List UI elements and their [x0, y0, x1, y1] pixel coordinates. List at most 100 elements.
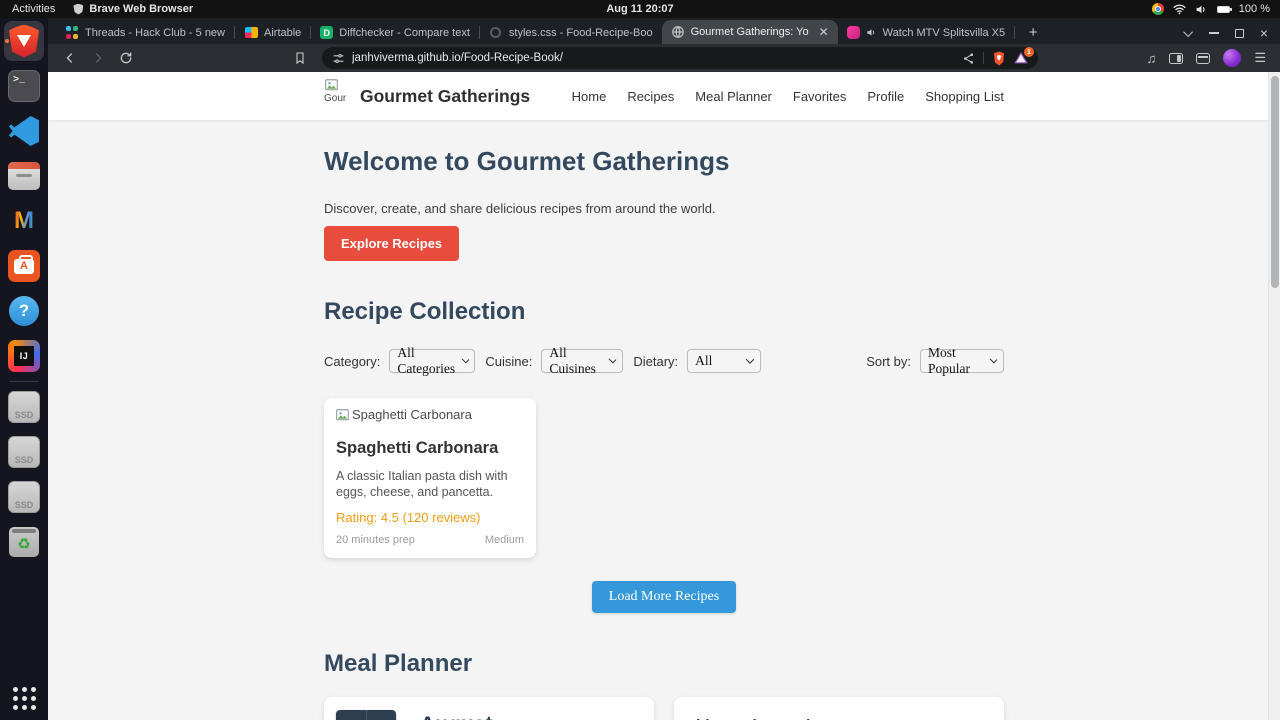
- calendar-next-button[interactable]: ›: [366, 710, 396, 720]
- browser-toolbar: janhviverma.github.io/Food-Recipe-Book/ …: [48, 44, 1280, 72]
- airtable-favicon: [244, 26, 258, 40]
- dock-separator: [9, 381, 39, 382]
- dock-brave[interactable]: [4, 21, 44, 61]
- calendar-title: August 2024: [420, 710, 492, 720]
- site-header: Gour Gourmet Gatherings Home Recipes Mea…: [48, 72, 1280, 120]
- explore-recipes-button[interactable]: Explore Recipes: [324, 226, 459, 261]
- share-icon[interactable]: [962, 52, 975, 65]
- tab-search-chevron-icon[interactable]: [1183, 27, 1193, 37]
- tab-gourmet-gatherings[interactable]: Gourmet Gatherings: Yo ✕: [662, 20, 838, 44]
- page-viewport: Gour Gourmet Gatherings Home Recipes Mea…: [48, 72, 1280, 720]
- sidebar-icon[interactable]: [1169, 53, 1183, 64]
- site-logo-broken-image: Gour: [324, 78, 350, 114]
- tab-audio-icon[interactable]: [866, 27, 877, 38]
- load-more-button[interactable]: Load More Recipes: [592, 581, 736, 613]
- site-nav: Home Recipes Meal Planner Favorites Prof…: [572, 89, 1004, 104]
- hero-tagline: Discover, create, and share delicious re…: [324, 201, 1004, 216]
- profile-avatar[interactable]: [1223, 49, 1241, 67]
- scrollbar-thumb[interactable]: [1271, 76, 1279, 288]
- ubuntu-software-icon: A: [8, 250, 40, 282]
- tab-splitsvilla[interactable]: Watch MTV Splitsvilla X5: [838, 21, 1014, 44]
- toolbar-divider: [983, 52, 984, 64]
- url-text[interactable]: janhviverma.github.io/Food-Recipe-Book/: [352, 52, 563, 64]
- week-meals-card: This Week's Meals: [674, 697, 1004, 720]
- dock-ssd-2[interactable]: SSD: [4, 432, 44, 472]
- dietary-select[interactable]: All: [687, 349, 761, 373]
- extension-badge: 1: [1024, 47, 1034, 57]
- tab-styles-css[interactable]: styles.css - Food-Recipe-Boo: [480, 21, 662, 44]
- wallet-icon[interactable]: [1196, 53, 1210, 64]
- chevron-down-icon: [990, 356, 998, 364]
- nav-meal-planner[interactable]: Meal Planner: [695, 89, 772, 104]
- gmail-icon: M: [8, 205, 40, 237]
- recipe-card[interactable]: Spaghetti Carbonara Spaghetti Carbonara …: [324, 398, 536, 558]
- nav-shopping-list[interactable]: Shopping List: [925, 89, 1004, 104]
- bookmark-icon[interactable]: [288, 46, 312, 70]
- tab-diffchecker[interactable]: D Diffchecker - Compare text: [311, 21, 479, 44]
- recipe-title: Spaghetti Carbonara: [336, 439, 524, 458]
- back-button[interactable]: [58, 46, 82, 70]
- activities-button[interactable]: Activities: [12, 3, 55, 15]
- dock-intellij[interactable]: IJ: [4, 336, 44, 376]
- dock-terminal[interactable]: >_: [4, 66, 44, 106]
- ubuntu-dock: >_ M A ? IJ SSD SSD SSD ♻: [0, 18, 48, 720]
- dock-software-center[interactable]: A: [4, 246, 44, 286]
- battery-percent: 100 %: [1239, 3, 1270, 15]
- hero-heading: Welcome to Gourmet Gatherings: [324, 146, 1004, 177]
- menu-icon[interactable]: ☰: [1254, 50, 1266, 66]
- dock-files[interactable]: [4, 156, 44, 196]
- dock-ssd-1[interactable]: SSD: [4, 387, 44, 427]
- nav-profile[interactable]: Profile: [867, 89, 904, 104]
- tab-airtable[interactable]: Airtable: [235, 21, 310, 44]
- diffchecker-favicon: D: [320, 26, 333, 39]
- dock-trash[interactable]: ♻: [4, 522, 44, 562]
- close-tab-icon[interactable]: ✕: [819, 25, 829, 39]
- intellij-icon: IJ: [8, 340, 40, 372]
- tab-threads[interactable]: Threads - Hack Club - 5 new: [56, 21, 234, 44]
- nav-recipes[interactable]: Recipes: [627, 89, 674, 104]
- extension-icon[interactable]: 1: [1014, 52, 1028, 64]
- ssd-drive-icon: SSD: [8, 481, 40, 513]
- reload-button[interactable]: [114, 46, 138, 70]
- address-bar[interactable]: janhviverma.github.io/Food-Recipe-Book/ …: [322, 47, 1038, 69]
- media-control-icon[interactable]: ♫: [1147, 51, 1157, 66]
- system-tray[interactable]: 100 %: [1152, 3, 1280, 15]
- forward-button[interactable]: [86, 46, 110, 70]
- terminal-icon: >_: [8, 70, 40, 102]
- dock-help[interactable]: ?: [4, 291, 44, 331]
- cuisine-select[interactable]: All Cuisines: [541, 349, 623, 373]
- new-tab-button[interactable]: +: [1023, 24, 1043, 41]
- brave-app-icon: [73, 4, 83, 15]
- chrome-tray-icon: [1152, 3, 1164, 15]
- calendar-prev-button[interactable]: ‹: [336, 710, 366, 720]
- globe-favicon: [671, 25, 685, 39]
- brave-shields-icon[interactable]: [992, 51, 1006, 66]
- category-select[interactable]: All Categories: [389, 349, 475, 373]
- system-top-bar: Activities Brave Web Browser Aug 11 20:0…: [0, 0, 1280, 18]
- show-applications-button[interactable]: [13, 687, 36, 710]
- dock-gmail[interactable]: M: [4, 201, 44, 241]
- calendar-card: ‹ › today August 2024 month: [324, 697, 654, 720]
- nav-home[interactable]: Home: [572, 89, 607, 104]
- recipe-description: A classic Italian pasta dish with eggs, …: [336, 469, 524, 500]
- clock[interactable]: Aug 11 20:07: [606, 3, 673, 15]
- dietary-label: Dietary:: [633, 354, 678, 369]
- nav-favorites[interactable]: Favorites: [793, 89, 846, 104]
- window-close-button[interactable]: ×: [1260, 26, 1268, 40]
- dock-vscode[interactable]: [4, 111, 44, 151]
- restore-button[interactable]: [1235, 29, 1244, 38]
- page-scrollbar[interactable]: [1268, 72, 1280, 720]
- chevron-down-icon: [461, 356, 469, 364]
- battery-icon: [1217, 6, 1230, 13]
- meal-planner-heading: Meal Planner: [324, 650, 1004, 678]
- minimize-button[interactable]: [1209, 32, 1219, 34]
- cuisine-label: Cuisine:: [485, 354, 532, 369]
- sort-select[interactable]: Most Popular: [920, 349, 1004, 373]
- files-icon: [8, 162, 40, 190]
- dock-ssd-3[interactable]: SSD: [4, 477, 44, 517]
- focused-app-menu[interactable]: Brave Web Browser: [73, 3, 193, 15]
- file-favicon: [489, 26, 503, 40]
- category-label: Category:: [324, 354, 380, 369]
- trash-icon: ♻: [9, 527, 39, 557]
- site-settings-icon[interactable]: [332, 52, 345, 65]
